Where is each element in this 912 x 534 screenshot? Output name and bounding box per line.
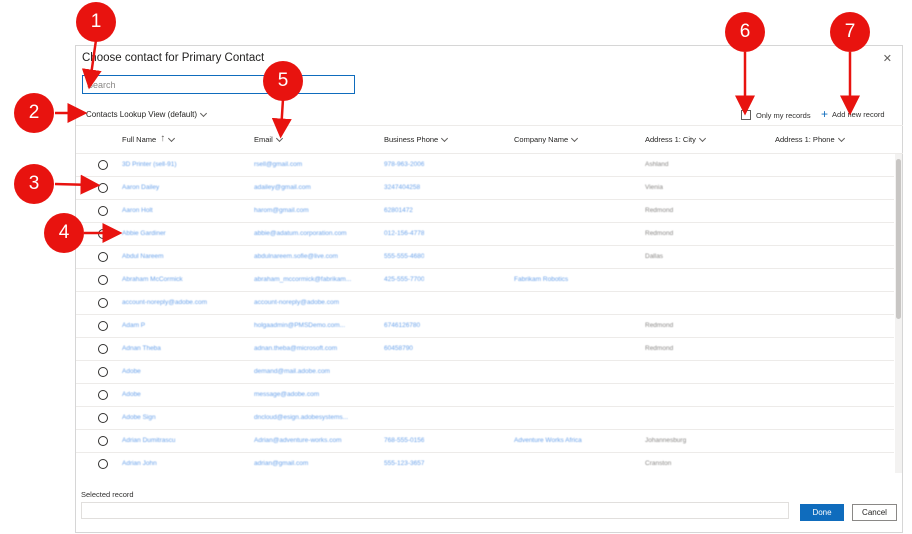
annotation-callout-6: 6 [725,12,765,52]
annotation-callout-1: 1 [76,2,116,42]
annotation-arrows [54,39,860,243]
annotation-callout-7: 7 [830,12,870,52]
annotation-callout-3: 3 [14,164,54,204]
annotation-callout-2: 2 [14,93,54,133]
annotation-callout-4: 4 [44,213,84,253]
annotation-callout-5: 5 [263,61,303,101]
